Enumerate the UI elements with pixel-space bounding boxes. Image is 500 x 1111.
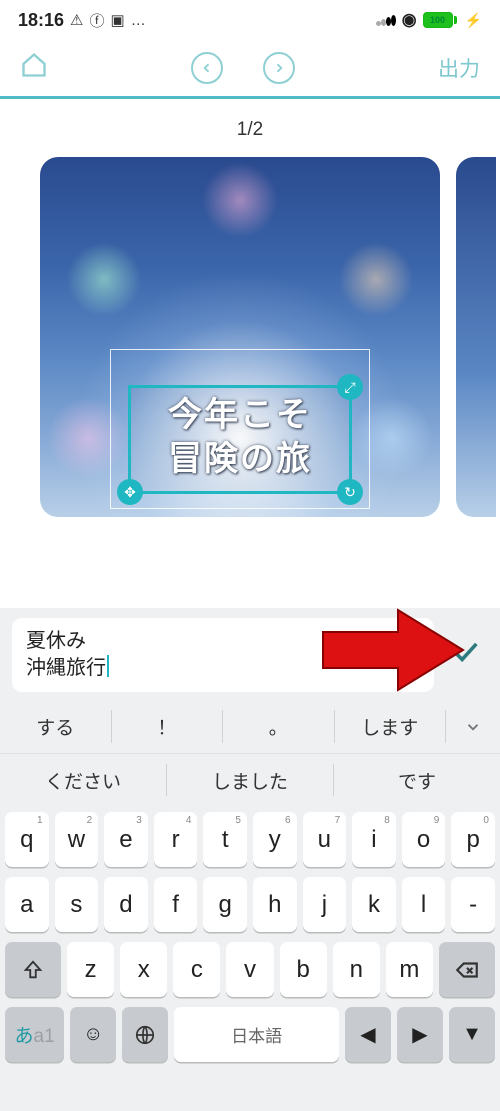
key-e[interactable]: e3: [104, 812, 148, 867]
arrow-down-key[interactable]: ▼: [449, 1007, 495, 1062]
rotate-handle-icon[interactable]: ↻: [337, 479, 363, 505]
text-input-row: 夏休み沖縄旅行: [0, 608, 500, 702]
backspace-key[interactable]: [439, 942, 495, 997]
key-d[interactable]: d: [104, 877, 148, 932]
key-k[interactable]: k: [352, 877, 396, 932]
redo-button[interactable]: [263, 52, 295, 84]
key-y[interactable]: y6: [253, 812, 297, 867]
emoji-key[interactable]: ☺: [70, 1007, 116, 1062]
key-v[interactable]: v: [226, 942, 273, 997]
text-input[interactable]: 夏休み沖縄旅行: [12, 618, 434, 692]
suggestion-item[interactable]: ください: [0, 754, 166, 806]
key-n[interactable]: n: [333, 942, 380, 997]
suggestion-item[interactable]: しました: [167, 754, 333, 806]
suggestion-expand-button[interactable]: [446, 700, 500, 753]
key-l[interactable]: l: [402, 877, 446, 932]
suggestion-item[interactable]: します: [335, 700, 446, 753]
notif-facebook-icon: ⓕ: [90, 10, 105, 31]
key-z[interactable]: z: [67, 942, 114, 997]
signal-icon: [376, 10, 396, 31]
overlay-text-line1: 今年こそ: [135, 394, 345, 438]
overlay-text-line2: 冒険の旅: [135, 438, 345, 482]
canvas-page-1[interactable]: 今年こそ 冒険の旅 ⤢ ✥ ↻: [40, 157, 440, 517]
notif-warning-icon: ⚠: [70, 11, 83, 29]
suggestion-item[interactable]: 。: [223, 700, 334, 753]
charging-icon: ⚡: [465, 12, 482, 29]
status-bar: 18:16 ⚠ ⓕ ▣ … ◉ 100 ⚡: [0, 0, 500, 40]
canvas-area: 1/2 今年こそ 冒険の旅 ⤢ ✥ ↻: [0, 99, 500, 517]
key-w[interactable]: w2: [55, 812, 99, 867]
battery-icon: 100: [423, 12, 457, 28]
key-c[interactable]: c: [173, 942, 220, 997]
input-mode-key[interactable]: あa1: [5, 1007, 64, 1062]
key-i[interactable]: i8: [352, 812, 396, 867]
notif-more-icon: …: [131, 12, 146, 29]
text-caret: [107, 655, 109, 677]
key--[interactable]: -: [451, 877, 495, 932]
app-navbar: 出力: [0, 40, 500, 96]
key-g[interactable]: g: [203, 877, 247, 932]
shift-key[interactable]: [5, 942, 61, 997]
key-j[interactable]: j: [303, 877, 347, 932]
key-b[interactable]: b: [280, 942, 327, 997]
confirm-check-button[interactable]: [442, 634, 488, 676]
notif-news-icon: ▣: [111, 11, 125, 29]
move-handle-icon[interactable]: ✥: [117, 479, 143, 505]
page-indicator: 1/2: [0, 119, 500, 141]
wifi-icon: ◉: [402, 10, 417, 30]
keyboard: q1w2e3r4t5y6u7i8o9p0 asdfghjkl- zxcvbnm …: [0, 806, 500, 1111]
space-key[interactable]: 日本語: [174, 1007, 339, 1062]
key-h[interactable]: h: [253, 877, 297, 932]
globe-key[interactable]: [122, 1007, 168, 1062]
key-r[interactable]: r4: [154, 812, 198, 867]
arrow-left-key[interactable]: ◀: [345, 1007, 391, 1062]
status-time: 18:16: [18, 10, 64, 31]
suggestion-bar: する ！ 。 します ください しました です: [0, 700, 500, 806]
key-o[interactable]: o9: [402, 812, 446, 867]
text-overlay-box[interactable]: 今年こそ 冒険の旅 ⤢ ✥ ↻: [128, 385, 352, 494]
suggestion-item[interactable]: ！: [112, 700, 223, 753]
undo-button[interactable]: [191, 52, 223, 84]
key-f[interactable]: f: [154, 877, 198, 932]
suggestion-item[interactable]: する: [0, 700, 111, 753]
suggestion-item[interactable]: です: [334, 754, 500, 806]
key-q[interactable]: q1: [5, 812, 49, 867]
key-a[interactable]: a: [5, 877, 49, 932]
key-u[interactable]: u7: [303, 812, 347, 867]
key-x[interactable]: x: [120, 942, 167, 997]
canvas-page-2-peek[interactable]: [456, 157, 496, 517]
export-button[interactable]: 出力: [438, 53, 480, 83]
key-m[interactable]: m: [386, 942, 433, 997]
key-t[interactable]: t5: [203, 812, 247, 867]
key-s[interactable]: s: [55, 877, 99, 932]
arrow-right-key[interactable]: ▶: [397, 1007, 443, 1062]
home-button[interactable]: [20, 51, 48, 86]
resize-handle-icon[interactable]: ⤢: [337, 374, 363, 400]
key-p[interactable]: p0: [451, 812, 495, 867]
